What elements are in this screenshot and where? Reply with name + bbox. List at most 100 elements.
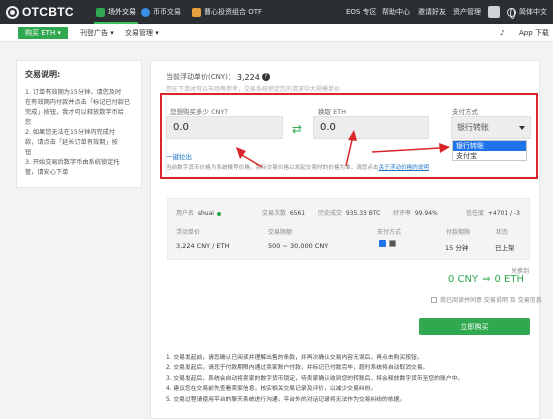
payment-option-bank[interactable]: 银行转账 — [453, 141, 526, 151]
instructions-item: 您 — [25, 119, 32, 126]
current-price: 当前浮动单价(CNY)： 3,224 ? — [166, 72, 270, 82]
column-header: 浮动单价 — [176, 229, 201, 236]
notification-icon[interactable]: ♪ — [500, 24, 504, 42]
exchange-summary: 0 CNY ⇒ 0 ETH — [448, 274, 524, 285]
label: 交易次数 — [262, 210, 287, 217]
app-download-link[interactable]: App 下载 — [519, 24, 549, 42]
value: 6561 — [289, 210, 306, 217]
payment-label: 支付方式 — [452, 108, 478, 116]
instructions-item: 3. 开始交易后数字币由系统锁定托 — [25, 159, 120, 166]
user-avatar[interactable] — [488, 6, 500, 18]
status-cell: 已上架 — [495, 244, 515, 252]
payment-dropdown: 银行转账 支付宝 — [452, 140, 527, 161]
seller-trust: 信任度 +4701 / -3 — [466, 208, 520, 217]
terms-item: 1. 交易发起前，请您确认已阅读并理解出售的条款，并再次确认交易内容无误后，再点… — [166, 355, 423, 361]
terms-item: 4. 建议您在交易前先查看卖家信息，核实相关交易记录及评价，以减少交易纠纷。 — [166, 386, 377, 393]
nav-label: 币币交易 — [153, 8, 181, 16]
coin-icon — [141, 7, 150, 17]
column-header: 付款期限 — [446, 229, 471, 236]
post-ad-dropdown[interactable]: 刊登广告 ▾ — [80, 24, 114, 42]
instructions-item: 在有效期内付款并点击「标记已付款已 — [25, 99, 131, 106]
nav-label: 帮助中心 — [382, 8, 410, 16]
value: 99.94% — [414, 210, 438, 217]
exchange-to: 0 ETH — [494, 274, 525, 285]
seller-trades: 交易次数 6561 — [262, 208, 305, 217]
trade-management-dropdown[interactable]: 交易管理 ▾ — [125, 24, 159, 42]
chevron-down-icon — [519, 126, 525, 130]
seller-volume: 历史成交 935.33 BTC — [318, 208, 380, 217]
value: 935.33 BTC — [345, 210, 381, 217]
online-dot-icon — [216, 211, 221, 216]
label: 历史成交 — [318, 210, 343, 217]
annotation-arrow-icon — [345, 130, 357, 167]
language-label: 简体中文 — [519, 8, 547, 16]
limit-cell: 500 ~ 30,000 CNY — [268, 242, 329, 250]
help-icon[interactable]: ? — [261, 73, 270, 81]
instructions-item: 1. 订单有效期为15分钟，请您及时 — [25, 89, 122, 96]
label: 好评率 — [393, 210, 412, 217]
nav-help-center[interactable]: 帮助中心 — [382, 0, 410, 24]
agreement-row: 我已阅读并同意 交易说明 及 交易信息 — [431, 295, 542, 304]
nav-otc-trade[interactable]: 场外交易 — [94, 0, 138, 24]
language-selector[interactable]: 简体中文 — [507, 0, 547, 24]
seller-rating: 好评率 99.94% — [393, 208, 438, 217]
otc-icon — [96, 7, 105, 17]
value: +4701 / -3 — [487, 210, 520, 217]
logo-text: OTCBTC — [22, 5, 74, 19]
instructions-item: 钮 — [25, 149, 32, 156]
price-label: 当前浮动单价(CNY)： — [166, 73, 235, 81]
buy-eth-dropdown[interactable]: 购买 ETH ▾ — [18, 27, 68, 39]
instructions-item: 管，请安心下单 — [25, 169, 69, 176]
payment-option-alipay[interactable]: 支付宝 — [453, 151, 526, 161]
nav-label: 资产管理 — [453, 8, 481, 16]
receive-label: 换取 ETH — [318, 108, 347, 116]
bank-card-icon — [389, 240, 396, 247]
column-header: 状态 — [496, 229, 509, 236]
terms-item: 2. 交易发起后，请您于付款期限内通过卖家账户付款，并标记已付款完毕，超时系统将… — [166, 365, 429, 372]
label: 信任度 — [466, 210, 485, 217]
swap-icon[interactable]: ⇄ — [292, 122, 302, 136]
nav-invite-friends[interactable]: 邀请好友 — [418, 0, 446, 24]
annotation-arrow-icon — [371, 143, 450, 153]
agree-checkbox[interactable] — [431, 296, 437, 303]
top-navbar: OTCBTC 场外交易 币币交易 曹心投资组合 OTF EOS 专区 帮助中心 … — [0, 0, 553, 24]
unit-price-cell: 3,224 CNY / ETH — [176, 242, 230, 250]
arrow-right-icon: ⇒ — [482, 274, 491, 285]
instructions-item: 2. 如果您无法在15分钟内完成付 — [25, 129, 115, 136]
nav-coin-trade[interactable]: 币币交易 — [141, 0, 181, 24]
logo[interactable]: OTCBTC — [6, 4, 74, 20]
annotation-arrow-icon — [236, 147, 263, 168]
payment-selected: 银行转账 — [457, 123, 489, 132]
amount-label: 您想购买多少 CNY？ — [170, 108, 231, 116]
label: 用户名 — [176, 210, 195, 217]
terms-item: 5. 交易过程请使用平台的聊天系统进行沟通，平台外的对话记录将无法作为交易纠纷的… — [166, 396, 406, 403]
alipay-icon — [379, 240, 386, 247]
instructions-title: 交易说明: — [25, 70, 61, 79]
buy-now-button[interactable]: 立即购买 — [419, 318, 530, 335]
nav-otf-portfolio[interactable]: 曹心投资组合 OTF — [192, 0, 262, 24]
value[interactable]: shuai — [198, 210, 214, 217]
sub-navbar: 购买 ETH ▾ 刊登广告 ▾ 交易管理 ▾ ♪ App 下载 — [0, 24, 553, 42]
column-header: 交易限额 — [268, 229, 293, 236]
quick-trade-link[interactable]: 一键拉出 — [166, 151, 192, 161]
portfolio-icon — [192, 7, 201, 17]
time-limit-cell: 15 分钟 — [445, 244, 469, 252]
nav-eos-zone[interactable]: EOS 专区 — [346, 0, 377, 24]
instructions-item: 完成」按钮，我才可以释放数字币给 — [25, 109, 124, 116]
payment-icons — [379, 240, 399, 247]
terms-item: 3. 交易发起后，系统会自动将卖家的数字货币锁定，待卖家确认收到您的转账后，将会… — [166, 375, 464, 382]
logo-icon — [6, 5, 19, 19]
seller-username: 用户名 shuai — [176, 208, 221, 217]
floating-price-link[interactable]: 关于浮动价格的说明 — [379, 165, 429, 171]
nav-asset-management[interactable]: 资产管理 — [453, 0, 481, 24]
nav-label: 场外交易 — [108, 8, 136, 16]
nav-label: EOS 专区 — [346, 8, 377, 16]
nav-label: 曹心投资组合 OTF — [204, 8, 263, 16]
agreement-text: 我已阅读并同意 交易说明 及 交易信息 — [440, 297, 542, 304]
payment-method-select[interactable]: 银行转账 — [451, 116, 531, 139]
instructions-item: 款，请点击「延长订单有效期」按 — [25, 139, 118, 146]
price-value: 3,224 — [236, 72, 260, 82]
terms-list: 1. 交易发起前，请您确认已阅读并理解出售的条款，并再次确认交易内容无误后，再点… — [166, 353, 534, 405]
nav-label: 邀请好友 — [418, 8, 446, 16]
receive-eth-input[interactable]: 0.0 — [313, 116, 429, 139]
